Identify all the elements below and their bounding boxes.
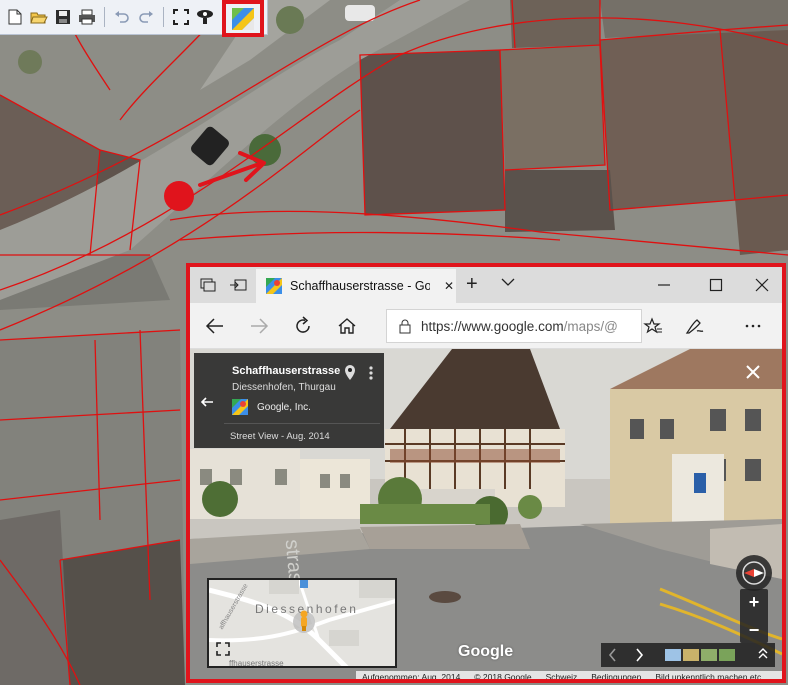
url-path: /maps/@ [563,318,617,334]
compass-icon[interactable] [736,555,772,591]
zoom-out-button[interactable]: − [740,617,768,643]
panel-divider [224,423,380,424]
copyright: © 2018 Google [474,672,532,682]
google-logo: Google [458,643,514,660]
google-maps-icon [232,7,254,30]
filmstrip-next-icon[interactable] [627,643,651,667]
report-link[interactable]: Bild unkenntlich machen etc. [655,672,763,679]
window-close-icon[interactable] [752,275,772,295]
google-maps-owner-icon [232,399,248,415]
favorites-icon[interactable] [642,315,664,337]
new-tab-icon[interactable]: + [466,274,478,294]
image-owner[interactable]: Google, Inc. [257,402,311,413]
place-subtitle: Diessenhofen, Thurgau [232,382,336,393]
set-aside-tabs-icon[interactable] [228,275,248,295]
new-file-icon[interactable] [4,6,26,28]
google-streetview-button[interactable] [222,0,264,37]
print-icon[interactable] [76,6,98,28]
terms-link[interactable]: Bedingungen [591,672,641,679]
expand-map-icon[interactable] [216,642,230,661]
close-icon[interactable] [746,365,760,384]
address-bar[interactable]: https://www.google.com/maps/@ [386,309,642,343]
undo-icon[interactable] [111,6,133,28]
browser-tab[interactable]: Schaffhauserstrasse - Go ✕ [256,269,456,303]
zoom-in-button[interactable]: + [740,589,768,615]
streetview-eye-icon[interactable] [194,6,216,28]
svg-text:ffhauserstrasse: ffhauserstrasse [229,659,284,668]
home-icon[interactable] [336,315,358,337]
browser-window: Schaffhauserstrasse - Go ✕ + https://www… [186,263,786,683]
url-text: https://www.google.com/maps/@ [421,319,617,334]
street-view-panorama[interactable]: strasse Schaffhauserstrasse Diessenhofen… [190,349,782,682]
pen-icon[interactable] [684,315,706,337]
back-icon[interactable] [204,315,226,337]
mini-map[interactable]: affhauserstrasse ffhauserstrasse Diessen… [207,578,397,668]
more-options-icon[interactable] [368,365,374,386]
fullscreen-icon[interactable] [170,6,192,28]
place-name: Schaffhauserstrasse [232,365,341,377]
country-link[interactable]: Schweiz [546,672,578,679]
more-icon[interactable] [742,315,764,337]
svg-text:affhauserstrasse: affhauserstrasse [218,583,250,631]
google-maps-favicon [266,278,282,294]
toolbar-separator [104,7,105,27]
filmstrip-prev-icon[interactable] [601,643,625,667]
forward-icon[interactable] [248,315,270,337]
capture-date[interactable]: Street View - Aug. 2014 [230,431,330,442]
redo-icon[interactable] [135,6,157,28]
location-info-panel: Schaffhauserstrasse Diessenhofen, Thurga… [194,353,384,448]
tab-title: Schaffhauserstrasse - Go [290,279,430,293]
toolbar-separator [163,7,164,27]
street-view-footer: Aufgenommen: Aug. 2014 © 2018 Google Sch… [356,671,782,682]
map-pin-icon[interactable] [344,365,356,386]
captured-date: Aufgenommen: Aug. 2014 [362,672,461,682]
tab-bar: Schaffhauserstrasse - Go ✕ + [190,267,782,303]
maximize-icon[interactable] [706,275,726,295]
pegman-icon [300,610,308,631]
refresh-icon[interactable] [292,315,314,337]
chevron-down-icon[interactable] [500,275,516,294]
zoom-control: + − [740,589,768,643]
minimize-icon[interactable] [654,275,674,295]
url-host: https://www.google.com [421,318,564,334]
lock-icon [399,319,411,333]
save-icon[interactable] [52,6,74,28]
photo-filmstrip [601,643,775,667]
open-folder-icon[interactable] [28,6,50,28]
back-arrow-icon[interactable] [200,395,214,413]
tab-preview-icon[interactable] [198,275,218,295]
tab-close-icon[interactable]: ✕ [444,279,454,293]
filmstrip-expand-icon[interactable] [751,643,775,667]
navigation-bar: https://www.google.com/maps/@ [190,303,782,349]
